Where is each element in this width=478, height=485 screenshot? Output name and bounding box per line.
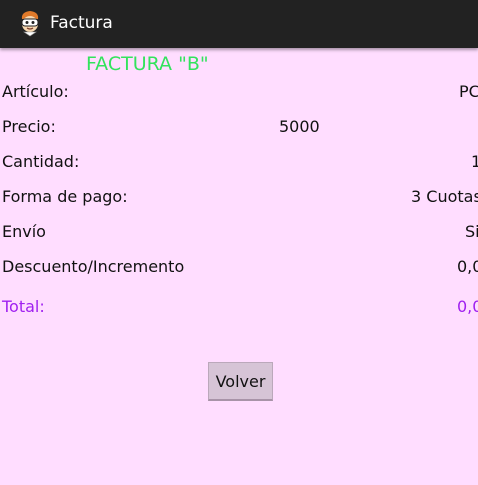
discount-value: 0,0 xyxy=(457,257,478,276)
dexter-avatar-icon xyxy=(21,11,39,37)
total-label: Total: xyxy=(2,297,45,316)
quantity-label: Cantidad: xyxy=(2,152,80,171)
shipping-value: Si xyxy=(465,222,478,241)
quantity-value: 1 xyxy=(471,152,478,171)
payment-method-label: Forma de pago: xyxy=(2,187,128,206)
app-title: Factura xyxy=(50,13,113,33)
price-value: 5000 xyxy=(279,117,320,136)
invoice-content: FACTURA "B" Artículo: PC Precio: 5000 Ca… xyxy=(0,48,478,485)
payment-method-value: 3 Cuotas xyxy=(411,187,478,206)
price-label: Precio: xyxy=(2,117,56,136)
invoice-title: FACTURA "B" xyxy=(86,53,209,75)
shipping-label: Envío xyxy=(2,222,46,241)
back-button[interactable]: Volver xyxy=(208,362,273,401)
action-bar: Factura xyxy=(0,0,478,48)
discount-label: Descuento/Incremento xyxy=(2,257,185,276)
article-label: Artículo: xyxy=(2,82,69,101)
article-value: PC xyxy=(459,82,478,101)
total-value: 0,0 xyxy=(457,297,478,316)
